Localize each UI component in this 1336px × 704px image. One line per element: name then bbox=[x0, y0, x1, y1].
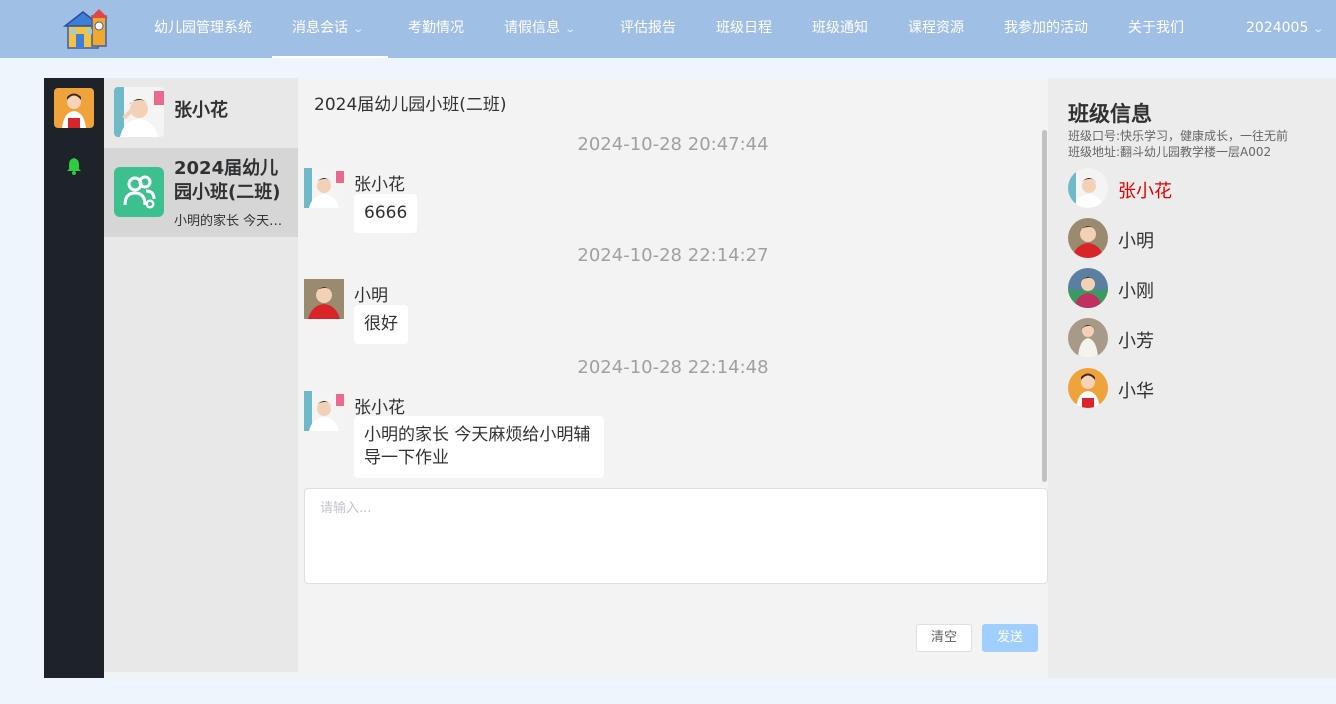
member-name: 小明 bbox=[1118, 231, 1154, 252]
send-button[interactable]: 发送 bbox=[982, 624, 1038, 652]
nav-item-label: 消息会话 bbox=[292, 20, 348, 36]
chevron-down-icon: ⌄ bbox=[352, 24, 365, 35]
message-sender: 张小花 bbox=[354, 175, 405, 195]
message-timestamp: 2024-10-28 20:47:44 bbox=[577, 134, 769, 155]
nav-brand[interactable]: 幼儿园管理系统 bbox=[154, 0, 252, 58]
member-avatar bbox=[1068, 368, 1108, 408]
message-input[interactable] bbox=[305, 489, 1047, 583]
chevron-down-icon: ⌄ bbox=[564, 24, 577, 35]
class-motto: 班级口号:快乐学习，健康成长，一往无前 bbox=[1068, 129, 1289, 143]
nav-item-leave[interactable]: 请假信息 ⌄ bbox=[504, 0, 577, 58]
conversation-list: 张小花 2024届幼儿园小班(二班) 小明的家长 今天麻烦给小明辅导一下作业 bbox=[104, 78, 298, 672]
user-avatar[interactable] bbox=[54, 88, 94, 128]
sender-avatar[interactable] bbox=[304, 279, 344, 319]
nav-item-resources[interactable]: 课程资源 bbox=[908, 0, 964, 58]
school-logo-icon[interactable] bbox=[62, 6, 114, 52]
conversation-item-selected[interactable]: 2024届幼儿园小班(二班) 小明的家长 今天麻烦给小明辅导一下作业 bbox=[104, 148, 298, 237]
message-input-box bbox=[304, 488, 1048, 584]
member-name: 小芳 bbox=[1118, 331, 1154, 352]
member-avatar bbox=[1068, 218, 1108, 258]
message-sender: 张小花 bbox=[354, 398, 405, 418]
member-name: 小刚 bbox=[1118, 281, 1154, 302]
nav-item-reports[interactable]: 评估报告 bbox=[620, 0, 676, 58]
nav-item-label: 请假信息 bbox=[504, 20, 560, 36]
side-toolbar bbox=[44, 78, 104, 678]
member-item[interactable]: 小刚 bbox=[1068, 268, 1328, 308]
class-address: 班级地址:翻斗幼儿园教学楼一层A002 bbox=[1068, 145, 1272, 159]
member-avatar bbox=[1068, 318, 1108, 358]
message-bubble: 6666 bbox=[354, 194, 418, 233]
chat-panel: 张小花 2024届幼儿园小班(二班) 小明的家长 今天麻烦给小明辅导一下作业 2… bbox=[44, 78, 1336, 678]
nav-item-attendance[interactable]: 考勤情况 bbox=[408, 0, 464, 58]
message-bubble: 小明的家长 今天麻烦给小明辅导一下作业 bbox=[354, 416, 604, 478]
group-icon bbox=[114, 167, 164, 217]
nav-item-schedule[interactable]: 班级日程 bbox=[716, 0, 772, 58]
conversation-preview: 小明的家长 今天麻烦给小明辅导一下作业 bbox=[174, 214, 290, 229]
message-timestamp: 2024-10-28 22:14:48 bbox=[577, 357, 769, 378]
member-item[interactable]: 小芳 bbox=[1068, 318, 1328, 358]
user-menu[interactable]: 2024005 ⌄ bbox=[1246, 0, 1325, 58]
conversation-item[interactable]: 张小花 bbox=[104, 78, 298, 148]
member-item[interactable]: 小华 bbox=[1068, 368, 1328, 408]
chat-title: 2024届幼儿园小班(二班) bbox=[314, 95, 507, 115]
chat-scrollbar[interactable] bbox=[1042, 130, 1047, 482]
sender-avatar[interactable] bbox=[304, 391, 344, 431]
conversation-name: 2024届幼儿园小班(二班) bbox=[174, 158, 281, 203]
message-timestamp: 2024-10-28 22:14:27 bbox=[577, 245, 769, 266]
class-info-panel: 班级信息 班级口号:快乐学习，健康成长，一往无前 班级地址:翻斗幼儿园教学楼一层… bbox=[1048, 78, 1336, 678]
class-info-title: 班级信息 bbox=[1068, 102, 1152, 126]
member-name: 张小花 bbox=[1118, 181, 1172, 202]
contact-avatar bbox=[114, 87, 164, 137]
bell-icon[interactable] bbox=[64, 156, 84, 176]
member-item[interactable]: 张小花 bbox=[1068, 168, 1328, 208]
conversation-name: 张小花 bbox=[174, 100, 228, 121]
chat-area: 2024届幼儿园小班(二班) 2024-10-28 20:47:44 张小花 6… bbox=[298, 78, 1048, 678]
member-item[interactable]: 小明 bbox=[1068, 218, 1328, 258]
clear-button[interactable]: 清空 bbox=[916, 624, 972, 652]
sender-avatar[interactable] bbox=[304, 168, 344, 208]
chevron-down-icon: ⌄ bbox=[1312, 24, 1325, 35]
user-id: 2024005 bbox=[1246, 20, 1309, 36]
top-nav: 幼儿园管理系统 消息会话 ⌄ 考勤情况 请假信息 ⌄ 评估报告 班级日程 班级通知 … bbox=[0, 0, 1336, 58]
nav-item-notices[interactable]: 班级通知 bbox=[812, 0, 868, 58]
member-avatar bbox=[1068, 268, 1108, 308]
nav-item-about[interactable]: 关于我们 bbox=[1128, 0, 1184, 58]
nav-item-messages[interactable]: 消息会话 ⌄ bbox=[272, 0, 388, 58]
member-avatar bbox=[1068, 168, 1108, 208]
member-name: 小华 bbox=[1118, 381, 1154, 402]
message-sender: 小明 bbox=[354, 286, 388, 306]
nav-item-activities[interactable]: 我参加的活动 bbox=[1004, 0, 1088, 58]
message-bubble: 很好 bbox=[354, 305, 408, 344]
